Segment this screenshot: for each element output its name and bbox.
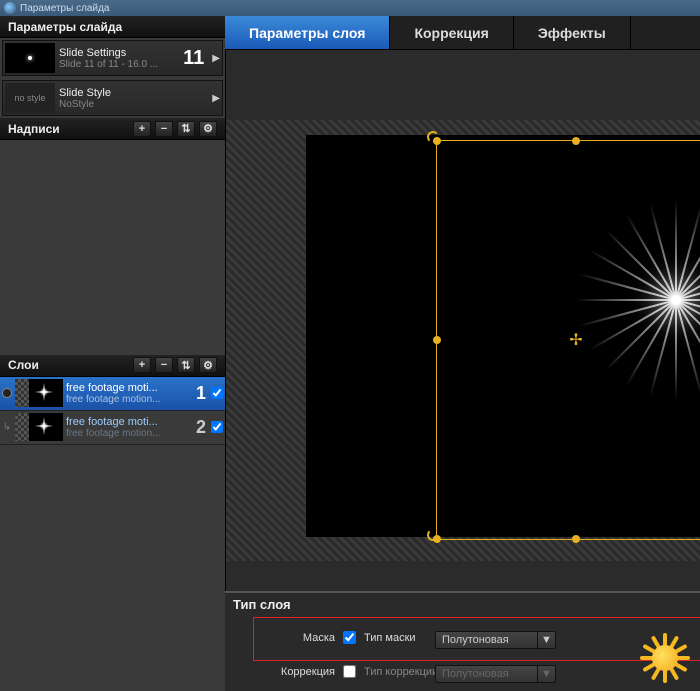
add-caption-button[interactable]: + — [133, 121, 151, 137]
sun-decoration-icon — [640, 633, 690, 683]
captions-list — [0, 140, 225, 355]
center-anchor-icon[interactable]: ✢ — [569, 330, 582, 350]
tab-correction[interactable]: Коррекция — [390, 16, 513, 49]
layer-title: free footage moti... — [66, 416, 191, 428]
layer-row[interactable]: free footage moti... free footage motion… — [0, 377, 225, 411]
layer-row[interactable]: ↳ free footage moti... free footage moti… — [0, 411, 225, 445]
tab-layer-params[interactable]: Параметры слоя — [225, 16, 390, 49]
correction-type-value: Полутоновая — [442, 668, 509, 680]
slide-style-title: Slide Style — [59, 87, 208, 99]
layer-visible-checkbox[interactable] — [211, 421, 223, 433]
window-titlebar: Параметры слайда — [0, 0, 700, 16]
rotate-handle[interactable] — [427, 131, 439, 143]
correction-type-label: Тип коррекции — [364, 666, 438, 678]
slide-style-sub: NoStyle — [59, 99, 208, 110]
slide-thumbnail — [5, 43, 55, 73]
resize-handle[interactable] — [572, 137, 580, 145]
correction-label: Коррекция — [265, 666, 335, 678]
correction-checkbox[interactable] — [343, 665, 356, 678]
layer-title: free footage moti... — [66, 382, 191, 394]
mask-type-select[interactable]: Полутоновая — [435, 631, 545, 649]
expand-arrow-icon[interactable]: ▶ — [212, 93, 220, 104]
sidebar-spacer — [0, 477, 225, 691]
rotate-handle[interactable] — [427, 529, 439, 541]
mask-type-value: Полутоновая — [442, 634, 509, 646]
slide-params-title: Параметры слайда — [8, 20, 122, 34]
correction-dropdown-button: ▼ — [537, 665, 556, 683]
layer-type-title: Тип слоя — [225, 593, 700, 616]
remove-layer-button[interactable]: − — [155, 357, 173, 373]
layer-number: 1 — [196, 383, 206, 404]
captions-header: Надписи + − ⇅ ⚙ — [0, 118, 225, 140]
main-area: Параметры слоя Коррекция Эффекты — [225, 16, 700, 691]
remove-caption-button[interactable]: − — [155, 121, 173, 137]
slide-number: 11 — [183, 47, 204, 70]
slide-settings-title: Slide Settings — [59, 47, 175, 59]
layer-thumbnail — [15, 413, 63, 441]
expand-arrow-icon[interactable]: ▶ — [212, 53, 220, 64]
tab-effects[interactable]: Эффекты — [514, 16, 631, 49]
mask-checkbox[interactable] — [343, 631, 356, 644]
selection-box[interactable]: ✢ — [436, 140, 700, 540]
window-title: Параметры слайда — [20, 3, 109, 14]
layer-type-panel: Тип слоя Маска Тип маски Полутоновая ▼ К… — [225, 591, 700, 691]
mask-dropdown-button[interactable]: ▼ — [537, 631, 556, 649]
captions-title: Надписи — [8, 122, 60, 136]
layers-list: free footage moti... free footage motion… — [0, 377, 225, 477]
reorder-caption-button[interactable]: ⇅ — [177, 121, 195, 137]
resize-handle[interactable] — [433, 336, 441, 344]
layer-link-icon[interactable]: ↳ — [2, 422, 12, 433]
reorder-layer-button[interactable]: ⇅ — [177, 357, 195, 373]
slide-style-item[interactable]: no style Slide Style NoStyle ▶ — [2, 80, 223, 116]
layers-title: Слои — [8, 358, 39, 372]
slide-params-header: Параметры слайда — [0, 16, 225, 38]
app-icon — [4, 2, 16, 14]
layer-sub: free footage motion... — [66, 394, 191, 405]
slide-settings-sub: Slide 11 of 11 - 16.0 ... — [59, 59, 175, 70]
slide-settings-item[interactable]: Slide Settings Slide 11 of 11 - 16.0 ...… — [2, 40, 223, 76]
layer-settings-button[interactable]: ⚙ — [199, 357, 217, 373]
resize-handle[interactable] — [572, 535, 580, 543]
tab-bar: Параметры слоя Коррекция Эффекты — [225, 16, 700, 50]
correction-type-select: Полутоновая — [435, 665, 545, 683]
mask-type-label: Тип маски — [364, 632, 416, 644]
add-layer-button[interactable]: + — [133, 357, 151, 373]
mask-label: Маска — [285, 632, 335, 644]
layer-number: 2 — [196, 417, 206, 438]
layer-visible-checkbox[interactable] — [211, 387, 223, 399]
caption-settings-button[interactable]: ⚙ — [199, 121, 217, 137]
layer-thumbnail — [15, 379, 63, 407]
layers-header: Слои + − ⇅ ⚙ — [0, 355, 225, 377]
layer-radio[interactable] — [2, 388, 12, 398]
layer-sub: free footage motion... — [66, 428, 191, 439]
style-thumbnail: no style — [5, 83, 55, 113]
sidebar: Параметры слайда Slide Settings Slide 11… — [0, 16, 225, 691]
